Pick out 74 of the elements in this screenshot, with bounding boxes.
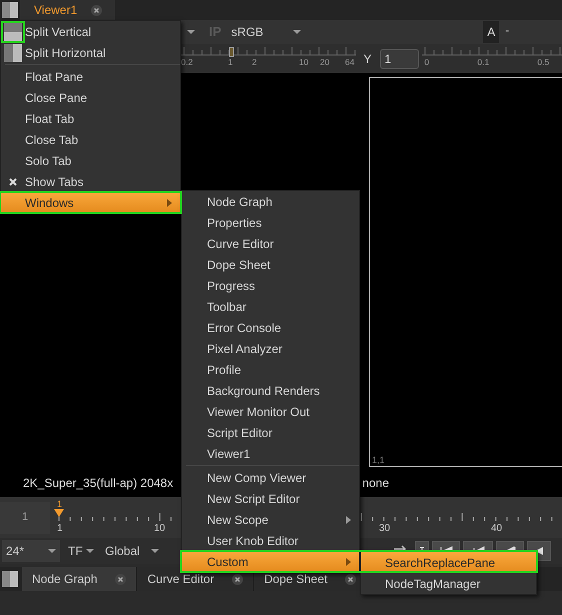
menu-item[interactable]: Dope Sheet (182, 254, 359, 275)
caret-icon (48, 549, 56, 553)
ruler-label: 0.1 (477, 58, 490, 66)
menu-item[interactable]: Show Tabs (1, 171, 180, 192)
timeline-label: 30 (379, 524, 390, 534)
pane-menu-icon[interactable] (0, 569, 20, 589)
menu-item[interactable]: Close Pane (1, 87, 180, 108)
menu-item[interactable]: Curve Editor (182, 233, 359, 254)
playhead-icon[interactable] (54, 509, 64, 517)
menu-item[interactable]: Viewer Monitor Out (182, 401, 359, 422)
menu-item[interactable]: New Comp Viewer (182, 467, 359, 488)
menu-item[interactable]: New Script Editor (182, 488, 359, 509)
playhead-label: 1 (57, 500, 62, 509)
menu-item[interactable]: Background Renders (182, 380, 359, 401)
split-horizontal-icon (3, 42, 23, 62)
close-icon[interactable] (91, 4, 102, 16)
caret-icon (151, 549, 159, 553)
menu-item[interactable]: Split Horizontal (1, 42, 180, 63)
timeline-label: 1 (57, 524, 63, 534)
menu-item[interactable]: Windows (1, 192, 180, 213)
play-backward-icon (535, 547, 543, 555)
submenu-arrow-icon (346, 558, 351, 566)
menu-item[interactable]: Script Editor (182, 422, 359, 443)
close-icon[interactable] (115, 574, 126, 584)
menu-item[interactable]: SearchReplacePane (361, 552, 536, 573)
time-format-dropdown[interactable]: TF (64, 540, 98, 562)
timeline-label: 10 (154, 524, 166, 534)
menu-item[interactable]: Progress (182, 275, 359, 296)
frame-field[interactable]: 1 (0, 502, 50, 534)
ruler-label: 1 (228, 58, 233, 66)
menu-item[interactable]: Pixel Analyzer (182, 338, 359, 359)
menu-item[interactable]: Split Vertical (1, 21, 180, 42)
slider-handle[interactable] (229, 47, 234, 57)
menu-item[interactable]: Properties (182, 212, 359, 233)
menu-item[interactable]: Profile (182, 359, 359, 380)
menu-item[interactable]: Close Tab (1, 129, 180, 150)
input-label: A (483, 21, 500, 43)
colorspace-dropdown[interactable]: sRGB (231, 22, 302, 42)
submenu-arrow-icon (167, 199, 172, 207)
range-dropdown[interactable]: Global (101, 540, 163, 562)
menu-item[interactable]: Viewer1 (182, 443, 359, 464)
menu-item[interactable]: Solo Tab (1, 150, 180, 171)
close-icon[interactable] (345, 574, 356, 584)
submenu-arrow-icon (346, 516, 351, 524)
menu-item[interactable]: User Knob Editor (182, 530, 359, 551)
menu-item[interactable]: Custom (182, 551, 359, 572)
fps-dropdown[interactable]: 24* (2, 540, 60, 562)
ruler-label: 2 (252, 58, 257, 66)
close-icon[interactable] (232, 574, 244, 584)
gamma-label: Y (363, 50, 372, 68)
menu-item[interactable]: Error Console (182, 317, 359, 338)
caret-icon (86, 549, 94, 553)
ruler-label: 0.2 (181, 58, 193, 66)
info-text: none (362, 474, 389, 492)
menu-item[interactable]: Float Tab (1, 108, 180, 129)
gamma-field[interactable]: 1 (380, 48, 420, 68)
coordinate-label: 1,1 (372, 456, 385, 465)
pane-menu-icon[interactable] (0, 0, 20, 20)
ruler-label: 20 (320, 58, 330, 66)
format-info: 2K_Super_35(full-ap) 2048x (23, 474, 174, 492)
input-value: - (505, 24, 510, 40)
ruler-label: 0.5 (537, 58, 550, 66)
menu-item[interactable]: Node Graph (182, 191, 359, 212)
ruler-label: 10 (299, 58, 308, 66)
caret-icon[interactable] (187, 30, 195, 34)
tab[interactable]: Node Graph (22, 567, 138, 591)
menu-item[interactable]: Toolbar (182, 296, 359, 317)
ruler-label: 64 (345, 58, 354, 66)
timeline-label: 40 (491, 524, 502, 534)
caret-icon (293, 30, 302, 34)
menu-item[interactable]: New Scope (182, 509, 359, 530)
menu-item[interactable]: Float Pane (1, 66, 180, 87)
ruler-label: 0 (424, 58, 430, 66)
tab[interactable]: Viewer1 (20, 0, 115, 20)
